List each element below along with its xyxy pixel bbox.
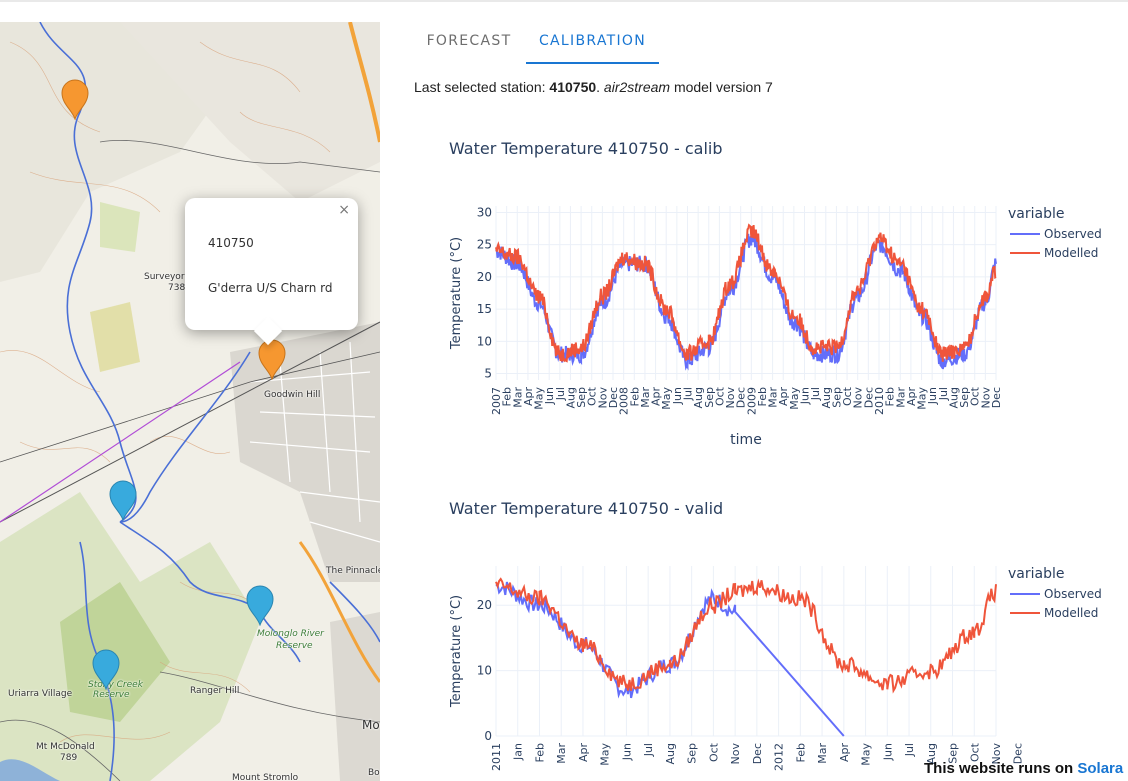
station-marker-selected[interactable] bbox=[257, 338, 287, 380]
map-label-mcdonald: Mt McDonald bbox=[36, 742, 95, 752]
legend-item: Modelled bbox=[1044, 246, 1098, 260]
x-tick-label: Nov bbox=[729, 743, 742, 765]
x-tick-label: Jul bbox=[642, 743, 655, 757]
x-tick-label: Mar bbox=[555, 743, 568, 764]
x-tick-label: Jul bbox=[903, 743, 916, 757]
footer-text: This website runs on bbox=[924, 760, 1078, 777]
x-tick-label: 2012 bbox=[773, 743, 786, 771]
legend-item: Modelled bbox=[1044, 606, 1098, 620]
station-info: Last selected station: 410750. air2strea… bbox=[414, 79, 773, 95]
x-tick-label: Apr bbox=[838, 743, 851, 763]
station-info-model: air2stream bbox=[603, 79, 671, 95]
x-tick-label: Feb bbox=[794, 743, 807, 762]
y-tick-label: 25 bbox=[477, 238, 492, 252]
y-tick-label: 0 bbox=[484, 729, 492, 743]
x-tick-label: May bbox=[599, 743, 612, 766]
map-label-uriarra: Uriarra Village bbox=[8, 689, 73, 699]
y-tick-label: 15 bbox=[477, 302, 492, 316]
station-marker-blue[interactable] bbox=[245, 584, 275, 626]
map-label-mcdonald-elev: 789 bbox=[60, 753, 78, 763]
map-label-ranger: Ranger Hill bbox=[190, 686, 240, 696]
station-info-id: 410750 bbox=[549, 79, 597, 95]
x-tick-label: Dec bbox=[990, 387, 1003, 408]
popup-station-name: G'derra U/S Charn rd bbox=[208, 281, 333, 295]
x-tick-label: Jun bbox=[620, 743, 633, 761]
station-marker-orange[interactable] bbox=[60, 78, 90, 120]
legend-title: variable bbox=[1008, 566, 1064, 582]
map-label-stromlo: Mount Stromlo bbox=[232, 773, 299, 781]
x-tick-label: Mar bbox=[816, 743, 829, 764]
station-popup: × 410750 G'derra U/S Charn rd bbox=[185, 198, 358, 330]
y-tick-label: 20 bbox=[477, 598, 492, 612]
x-tick-label: Sep bbox=[686, 743, 699, 764]
valid-plot[interactable]: 20 10 02011 Jan Feb Mar Apr May Jun Jul Aug Sep Oct N… bbox=[414, 480, 1114, 780]
x-tick-label: Dec bbox=[751, 743, 764, 764]
app-root: Surveyor 738 Goodwin Hill The Pinnacle M… bbox=[0, 0, 1128, 781]
station-marker-blue[interactable] bbox=[108, 479, 138, 521]
tab-calibration[interactable]: CALIBRATION bbox=[526, 22, 659, 64]
x-tick-label: Oct bbox=[707, 742, 720, 762]
map-label-surveyor: Surveyor bbox=[144, 272, 185, 282]
station-info-suffix: model version 7 bbox=[670, 79, 773, 95]
x-tick-label: Apr bbox=[577, 743, 590, 763]
legend-item: Observed bbox=[1044, 587, 1102, 601]
calib-plot[interactable]: 302520151052007FebMarAprMayJunJulAugSepO… bbox=[414, 120, 1114, 460]
y-tick-label: 5 bbox=[484, 367, 492, 381]
station-marker-blue[interactable] bbox=[91, 648, 121, 690]
x-axis-label: time bbox=[730, 432, 762, 448]
station-info-sep: . bbox=[596, 79, 604, 95]
y-axis-label: Temperature (°C) bbox=[449, 595, 464, 708]
map-label-molonglo: Molonglo River bbox=[257, 629, 324, 639]
top-divider bbox=[0, 0, 1128, 2]
station-info-prefix: Last selected station: bbox=[414, 79, 550, 95]
y-tick-label: 30 bbox=[477, 205, 492, 219]
footer-credit: This website runs on Solara bbox=[924, 760, 1123, 777]
map-tiles[interactable] bbox=[0, 22, 380, 781]
map-label-goodwin: Goodwin Hill bbox=[264, 390, 321, 400]
y-axis-label: Temperature (°C) bbox=[449, 237, 464, 350]
map-label-molonglo-reserve: Reserve bbox=[276, 641, 313, 651]
x-tick-label: May bbox=[860, 743, 873, 766]
legend-title: variable bbox=[1008, 206, 1064, 222]
valid-chart[interactable]: Water Temperature 410750 - valid 20 10 0 20… bbox=[414, 480, 1114, 780]
y-tick-label: 20 bbox=[477, 270, 492, 284]
x-tick-label: 2011 bbox=[490, 743, 503, 771]
map-label-mo: Mo bbox=[362, 718, 380, 732]
y-tick-label: 10 bbox=[477, 664, 492, 678]
x-tick-label: Jan bbox=[512, 743, 525, 761]
map-label-stony-reserve: Reserve bbox=[93, 690, 130, 700]
x-tick-label: Aug bbox=[664, 743, 677, 764]
map-label-surveyor-elev: 738 bbox=[168, 283, 186, 293]
calib-chart[interactable]: Water Temperature 410750 - calib 30 25 20 1… bbox=[414, 120, 1114, 460]
station-map[interactable]: Surveyor 738 Goodwin Hill The Pinnacle M… bbox=[0, 22, 380, 781]
solara-link[interactable]: Solara bbox=[1077, 760, 1123, 777]
map-label-pinnacle: The Pinnacle bbox=[326, 566, 380, 576]
popup-station-id: 410750 bbox=[208, 236, 254, 250]
x-tick-label: Jun bbox=[881, 743, 894, 761]
map-label-bo: Bo bbox=[368, 768, 380, 778]
legend-item: Observed bbox=[1044, 227, 1102, 241]
y-tick-label: 10 bbox=[477, 334, 492, 348]
popup-close-icon[interactable]: × bbox=[338, 202, 350, 218]
x-tick-label: Feb bbox=[533, 743, 546, 762]
tab-forecast[interactable]: FORECAST bbox=[414, 22, 524, 64]
